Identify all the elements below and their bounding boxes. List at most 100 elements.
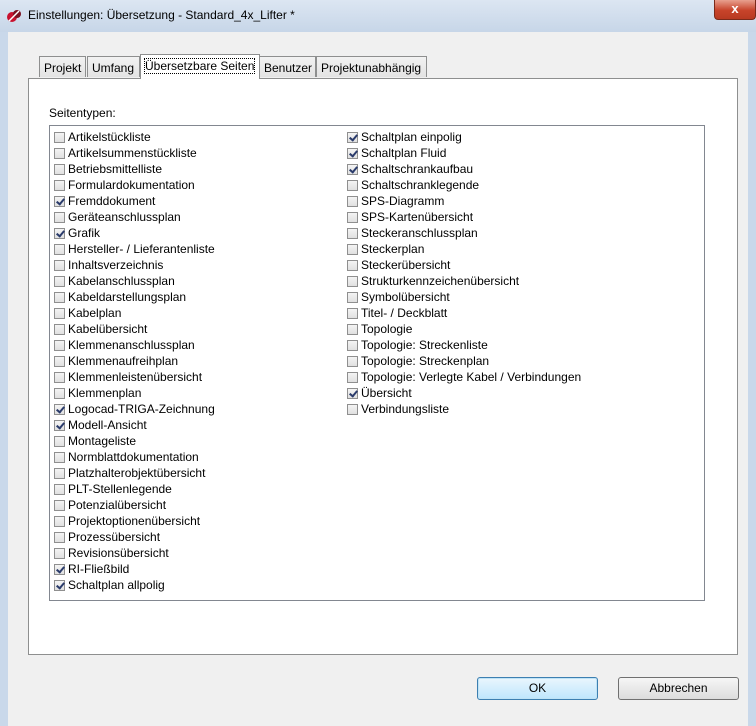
page-type-item[interactable]: Logocad-TRIGA-Zeichnung <box>54 401 215 417</box>
checkbox[interactable] <box>54 291 65 303</box>
checkbox[interactable] <box>347 323 358 335</box>
checkbox[interactable] <box>54 179 65 191</box>
checkbox[interactable] <box>347 291 358 303</box>
page-type-item[interactable]: Artikelsummenstückliste <box>54 145 215 161</box>
page-type-item[interactable]: Projektoptionenübersicht <box>54 513 215 529</box>
page-type-item[interactable]: SPS-Diagramm <box>347 193 581 209</box>
checkbox-checked[interactable] <box>347 147 358 159</box>
page-type-item[interactable]: Geräteanschlussplan <box>54 209 215 225</box>
page-type-item[interactable]: Steckerübersicht <box>347 257 581 273</box>
checkbox[interactable] <box>54 371 65 383</box>
checkbox[interactable] <box>54 467 65 479</box>
checkbox[interactable] <box>54 131 65 143</box>
page-type-item[interactable]: Normblattdokumentation <box>54 449 215 465</box>
page-type-item[interactable]: RI-Fließbild <box>54 561 215 577</box>
page-type-item[interactable]: Kabelübersicht <box>54 321 215 337</box>
page-type-item[interactable]: Inhaltsverzeichnis <box>54 257 215 273</box>
page-type-item[interactable]: Betriebsmittelliste <box>54 161 215 177</box>
page-type-item[interactable]: Formulardokumentation <box>54 177 215 193</box>
page-type-item[interactable]: PLT-Stellenlegende <box>54 481 215 497</box>
page-type-item[interactable]: Hersteller- / Lieferantenliste <box>54 241 215 257</box>
checkbox-checked[interactable] <box>347 387 358 399</box>
checkbox[interactable] <box>54 531 65 543</box>
page-type-item[interactable]: Prozessübersicht <box>54 529 215 545</box>
checkbox[interactable] <box>347 259 358 271</box>
tab-projekt[interactable]: Projekt <box>39 56 86 77</box>
page-type-item[interactable]: Schaltschrankaufbau <box>347 161 581 177</box>
checkbox[interactable] <box>54 499 65 511</box>
checkbox[interactable] <box>54 387 65 399</box>
checkbox[interactable] <box>54 339 65 351</box>
page-type-item[interactable]: Potenzialübersicht <box>54 497 215 513</box>
checkbox[interactable] <box>347 371 358 383</box>
page-type-item[interactable]: Grafik <box>54 225 215 241</box>
checkbox[interactable] <box>54 483 65 495</box>
checkbox-checked[interactable] <box>347 163 358 175</box>
checkbox[interactable] <box>54 451 65 463</box>
page-type-item[interactable]: Montageliste <box>54 433 215 449</box>
tab-benutzer[interactable]: Benutzer <box>259 56 316 77</box>
page-type-item[interactable]: Klemmenplan <box>54 385 215 401</box>
page-type-item[interactable]: Kabeldarstellungsplan <box>54 289 215 305</box>
checkbox-checked[interactable] <box>54 403 65 415</box>
page-type-item[interactable]: Steckeranschlussplan <box>347 225 581 241</box>
checkbox[interactable] <box>54 243 65 255</box>
checkbox[interactable] <box>54 307 65 319</box>
page-type-item[interactable]: Schaltplan Fluid <box>347 145 581 161</box>
page-type-item[interactable]: Schaltplan allpolig <box>54 577 215 593</box>
page-type-item[interactable]: Platzhalterobjektübersicht <box>54 465 215 481</box>
page-type-item[interactable]: Klemmenanschlussplan <box>54 337 215 353</box>
page-type-item[interactable]: Artikelstückliste <box>54 129 215 145</box>
page-type-item[interactable]: Revisionsübersicht <box>54 545 215 561</box>
page-type-item[interactable]: Steckerplan <box>347 241 581 257</box>
checkbox-checked[interactable] <box>54 227 65 239</box>
page-type-item[interactable]: Schaltschranklegende <box>347 177 581 193</box>
checkbox[interactable] <box>54 547 65 559</box>
page-types-checklist[interactable]: Artikelstückliste Artikelsummenstückliste… <box>49 125 705 601</box>
checkbox[interactable] <box>54 355 65 367</box>
checkbox[interactable] <box>347 339 358 351</box>
page-type-item[interactable]: Fremddokument <box>54 193 215 209</box>
checkbox[interactable] <box>54 275 65 287</box>
page-type-item[interactable]: Topologie <box>347 321 581 337</box>
tab-projektunabhaengig[interactable]: Projektunabhängig <box>316 56 427 77</box>
checkbox[interactable] <box>54 163 65 175</box>
close-button[interactable]: x <box>714 0 756 20</box>
page-type-item[interactable]: Strukturkennzeichenübersicht <box>347 273 581 289</box>
checkbox[interactable] <box>347 195 358 207</box>
page-type-item[interactable]: Titel- / Deckblatt <box>347 305 581 321</box>
checkbox[interactable] <box>347 307 358 319</box>
page-type-item[interactable]: Topologie: Streckenplan <box>347 353 581 369</box>
checkbox[interactable] <box>347 275 358 287</box>
checkbox-checked[interactable] <box>347 131 358 143</box>
page-type-item[interactable]: SPS-Kartenübersicht <box>347 209 581 225</box>
page-type-item[interactable]: Klemmenleistenübersicht <box>54 369 215 385</box>
tab-uebersetzbare-seiten[interactable]: Übersetzbare Seiten <box>140 54 260 79</box>
checkbox[interactable] <box>347 243 358 255</box>
checkbox[interactable] <box>54 147 65 159</box>
checkbox[interactable] <box>347 227 358 239</box>
page-type-item[interactable]: Symbolübersicht <box>347 289 581 305</box>
page-type-item[interactable]: Schaltplan einpolig <box>347 129 581 145</box>
checkbox[interactable] <box>347 355 358 367</box>
page-type-item[interactable]: Kabelplan <box>54 305 215 321</box>
checkbox[interactable] <box>54 323 65 335</box>
checkbox-checked[interactable] <box>54 195 65 207</box>
checkbox-checked[interactable] <box>54 563 65 575</box>
page-type-item[interactable]: Modell-Ansicht <box>54 417 215 433</box>
checkbox[interactable] <box>54 259 65 271</box>
page-type-item[interactable]: Klemmenaufreihplan <box>54 353 215 369</box>
ok-button[interactable]: OK <box>477 677 598 700</box>
checkbox[interactable] <box>54 515 65 527</box>
checkbox[interactable] <box>54 435 65 447</box>
checkbox[interactable] <box>54 211 65 223</box>
checkbox-checked[interactable] <box>54 579 65 591</box>
page-type-item[interactable]: Kabelanschlussplan <box>54 273 215 289</box>
page-type-item[interactable]: Topologie: Streckenliste <box>347 337 581 353</box>
page-type-item[interactable]: Verbindungsliste <box>347 401 581 417</box>
page-type-item[interactable]: Übersicht <box>347 385 581 401</box>
tab-umfang[interactable]: Umfang <box>87 56 140 77</box>
cancel-button[interactable]: Abbrechen <box>618 677 739 700</box>
checkbox-checked[interactable] <box>54 419 65 431</box>
page-type-item[interactable]: Topologie: Verlegte Kabel / Verbindungen <box>347 369 581 385</box>
